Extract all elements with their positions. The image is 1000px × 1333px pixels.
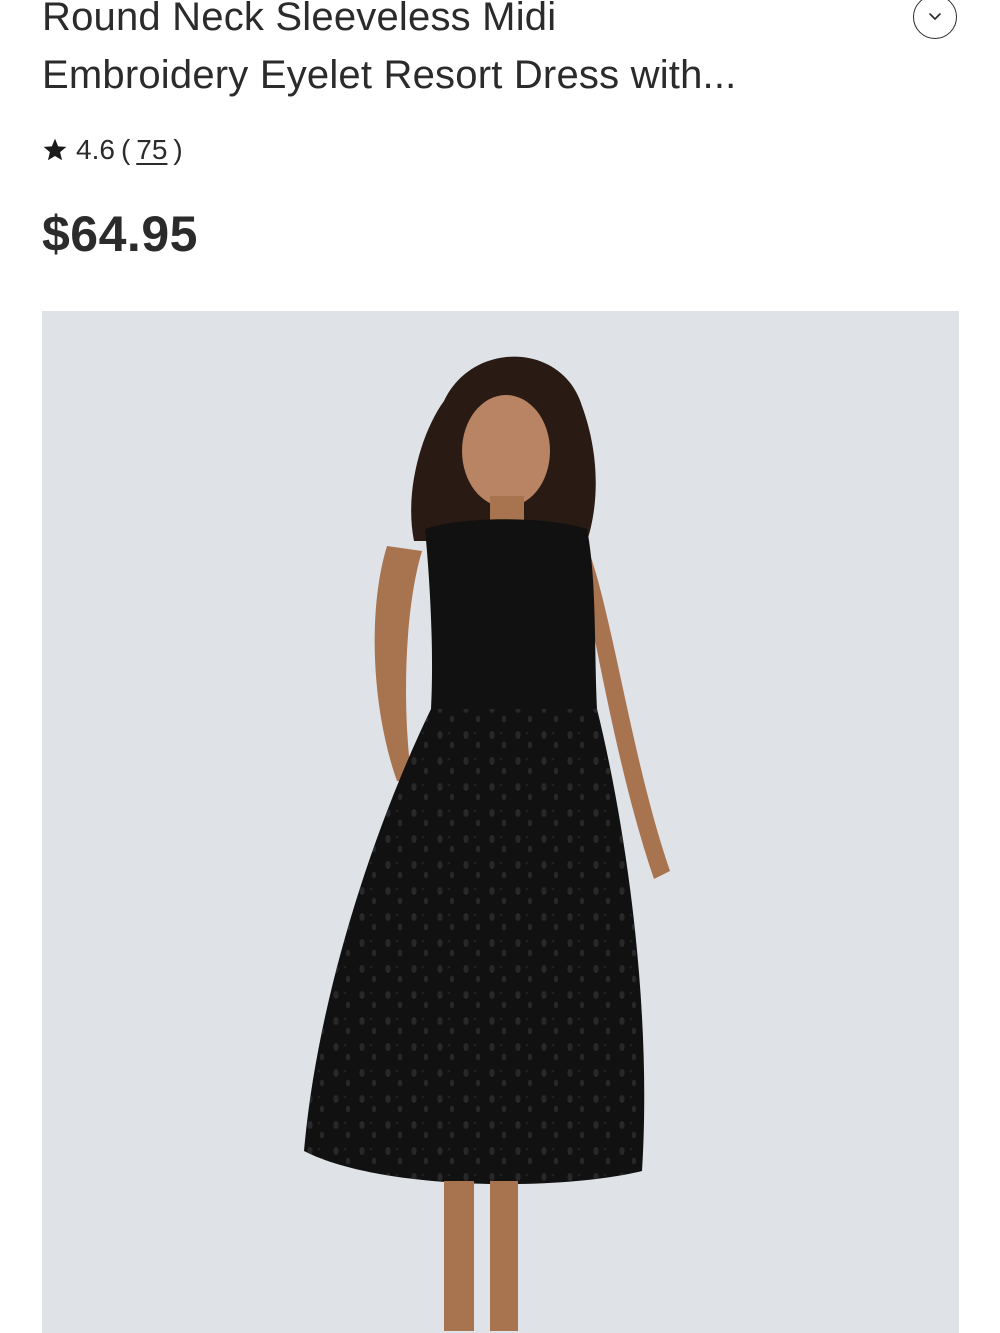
product-image[interactable] xyxy=(42,311,959,1333)
chevron-down-icon xyxy=(929,13,941,20)
product-rating: 4.6 ( 75 ) xyxy=(42,130,189,170)
review-count-link[interactable]: 75 xyxy=(136,134,167,166)
rating-open-paren: ( xyxy=(120,134,131,165)
expand-title-button[interactable] xyxy=(913,0,957,39)
rating-value: 4.6 xyxy=(76,134,115,165)
product-title-line-1: Round Neck Sleeveless Midi xyxy=(42,0,557,39)
product-title: Round Neck Sleeveless Midi Embroidery Ey… xyxy=(42,0,882,104)
dress-model-illustration xyxy=(304,356,670,1331)
rating-close-paren: ) xyxy=(173,134,183,165)
product-title-line-2: Embroidery Eyelet Resort Dress with... xyxy=(42,53,737,97)
product-price: $64.95 xyxy=(42,206,198,262)
star-icon xyxy=(43,138,67,161)
